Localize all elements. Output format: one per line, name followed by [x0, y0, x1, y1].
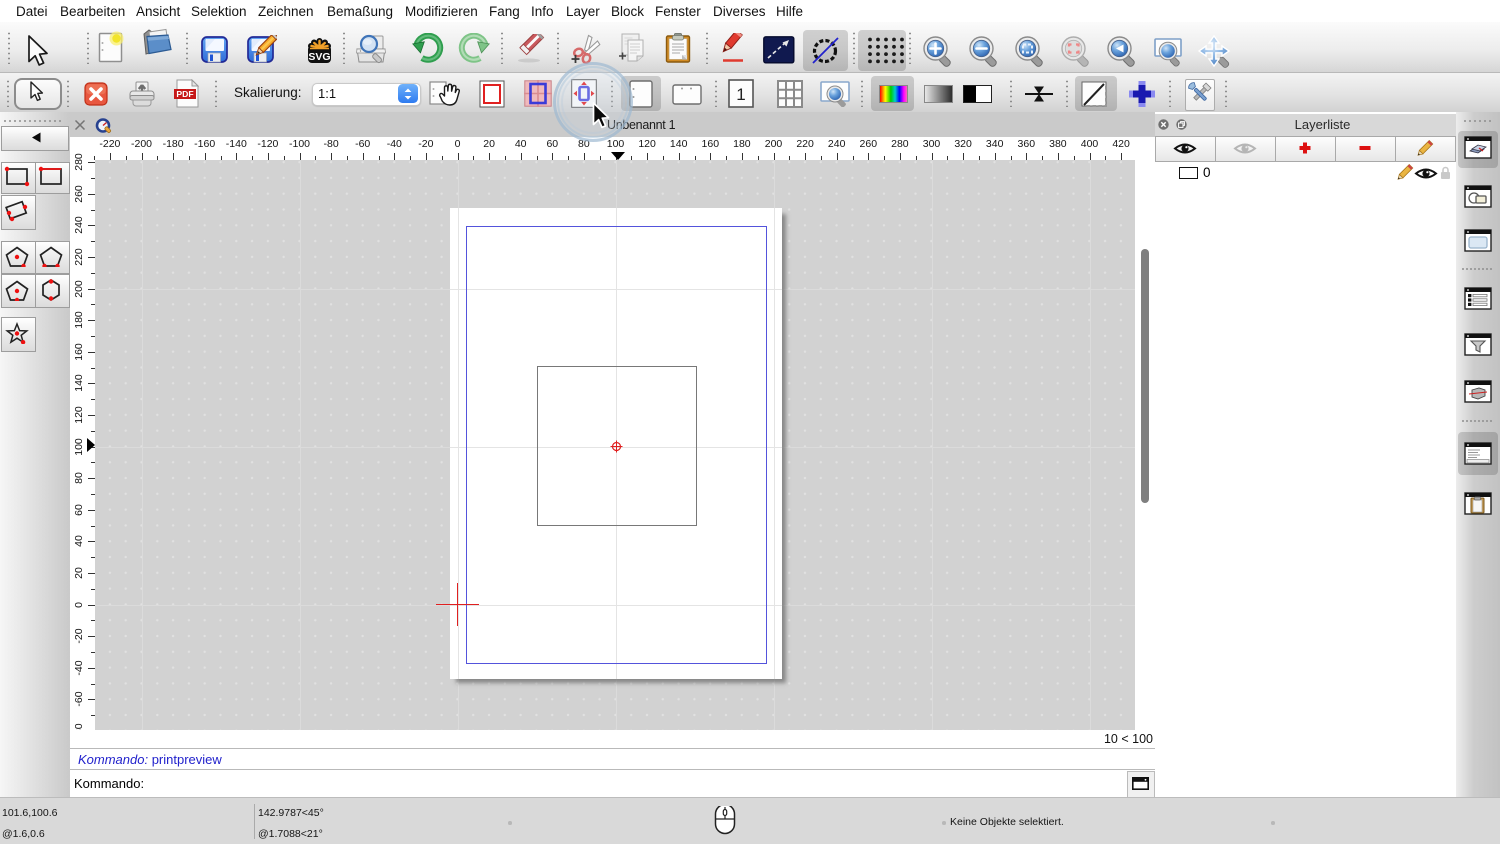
svg-text:PDF: PDF	[176, 89, 193, 99]
svg-text:1: 1	[736, 85, 745, 104]
svg-text:SVG: SVG	[308, 51, 330, 63]
